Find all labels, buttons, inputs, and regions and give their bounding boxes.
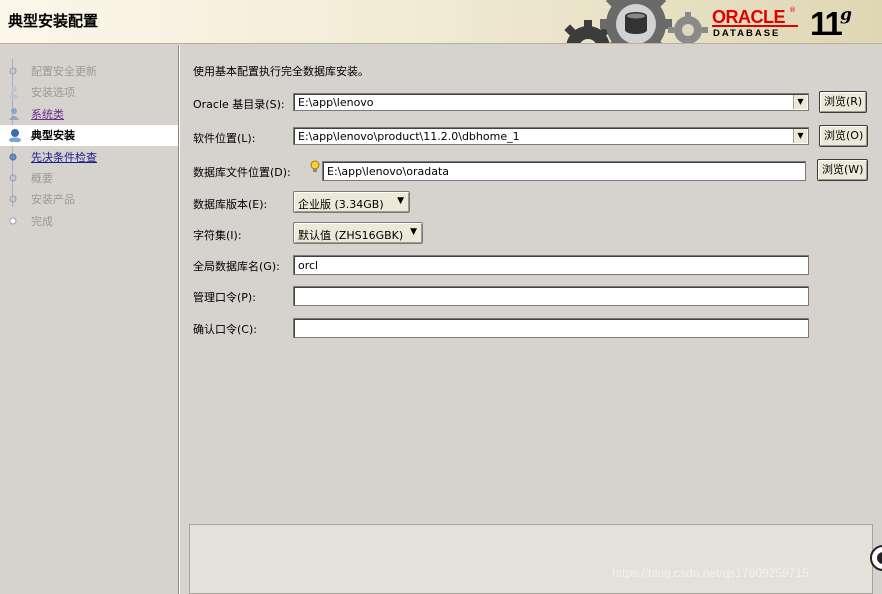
software-location-row: 软件位置(L): E:\app\lenovo\product\11.2.0\db… xyxy=(180,125,882,149)
software-location-combo[interactable]: E:\app\lenovo\product\11.2.0\dbhome_1 ▼ xyxy=(293,127,809,145)
db-file-location-row: 数据库文件位置(D): E:\app\lenovo\oradata 浏览(W) xyxy=(180,159,882,183)
browse-software-location-button[interactable]: 浏览(O) xyxy=(819,125,869,147)
database-wordmark: DATABASE xyxy=(713,28,781,39)
oracle-base-label: Oracle 基目录(S): xyxy=(193,98,285,111)
chevron-down-icon: ▼ xyxy=(397,196,404,206)
message-area xyxy=(189,524,873,594)
step-label: 安装产品 xyxy=(31,193,75,206)
chevron-down-icon[interactable]: ▼ xyxy=(793,129,807,143)
step-label: 系统类 xyxy=(31,108,64,121)
charset-select[interactable]: 默认值 (ZHS16GBK) ▼ xyxy=(293,222,423,244)
chevron-down-icon[interactable]: ▼ xyxy=(793,95,807,109)
window-header: 典型安装配置 ORACLE ® DATABASE 11 g xyxy=(0,0,882,44)
watermark: https://blog.csdn.net/qs17809259715 xyxy=(612,566,809,580)
global-db-name-label: 全局数据库名(G): xyxy=(193,260,280,273)
step-label: 概要 xyxy=(31,172,53,185)
oracle-base-row: Oracle 基目录(S): E:\app\lenovo ▼ 浏览(R) xyxy=(180,91,882,115)
intro-text: 使用基本配置执行完全数据库安装。 xyxy=(193,65,369,78)
chevron-down-icon: ▼ xyxy=(410,227,417,237)
steps-sidebar: 配置安全更新 安装选项 系统类 典型安装 先决条件检查 概要 安装产品 完成 xyxy=(0,45,178,594)
step-current-icon xyxy=(9,129,21,142)
step-dot-icon xyxy=(9,67,17,75)
step-system-class[interactable]: 系统类 xyxy=(0,104,178,125)
page-title: 典型安装配置 xyxy=(8,12,99,30)
step-label: 完成 xyxy=(31,215,53,228)
step-label: 先决条件检查 xyxy=(31,151,97,164)
oracle-base-value: E:\app\lenovo xyxy=(298,96,374,109)
browse-oracle-base-button[interactable]: 浏览(R) xyxy=(819,91,868,113)
confirm-password-label: 确认口令(C): xyxy=(193,323,257,336)
step-install-product: 安装产品 xyxy=(0,189,178,210)
step-label: 安装选项 xyxy=(31,86,75,99)
step-summary: 概要 xyxy=(0,168,178,189)
software-location-value: E:\app\lenovo\product\11.2.0\dbhome_1 xyxy=(298,130,520,143)
step-finish: 完成 xyxy=(0,211,178,232)
lightbulb-icon xyxy=(310,160,320,172)
oracle-underline xyxy=(712,25,798,27)
version-number: 11 xyxy=(810,5,843,42)
step-label: 典型安装 xyxy=(31,129,75,142)
step-person-icon xyxy=(9,86,19,98)
step-install-options: 安装选项 xyxy=(0,82,178,103)
charset-label: 字符集(I): xyxy=(193,229,242,242)
admin-password-input[interactable] xyxy=(293,286,809,306)
gears-graphic xyxy=(564,0,708,43)
step-typical-install[interactable]: 典型安装 xyxy=(0,125,178,146)
db-edition-row: 数据库版本(E): 企业版 (3.34GB) ▼ xyxy=(180,191,882,215)
step-person-icon xyxy=(9,108,19,120)
db-file-location-label: 数据库文件位置(D): xyxy=(193,166,291,179)
trademark: ® xyxy=(789,6,796,14)
confirm-password-input[interactable] xyxy=(293,318,809,338)
step-label: 配置安全更新 xyxy=(31,65,97,78)
oracle-base-combo[interactable]: E:\app\lenovo ▼ xyxy=(293,93,809,111)
oracle-wordmark: ORACLE xyxy=(712,7,786,27)
browse-db-file-location-button[interactable]: 浏览(W) xyxy=(817,159,869,181)
db-edition-value: 企业版 (3.34GB) xyxy=(298,198,384,211)
db-edition-select[interactable]: 企业版 (3.34GB) ▼ xyxy=(293,191,410,213)
step-prerequisite-checks[interactable]: 先决条件检查 xyxy=(0,147,178,168)
charset-row: 字符集(I): 默认值 (ZHS16GBK) ▼ xyxy=(180,222,882,246)
db-file-location-value: E:\app\lenovo\oradata xyxy=(327,165,450,178)
software-location-label: 软件位置(L): xyxy=(193,132,256,145)
step-dot-icon xyxy=(9,195,17,203)
step-configure-security-updates: 配置安全更新 xyxy=(0,61,178,82)
step-dot-icon xyxy=(9,153,17,161)
main-panel: 使用基本配置执行完全数据库安装。 Oracle 基目录(S): E:\app\l… xyxy=(180,45,882,594)
db-file-location-input[interactable]: E:\app\lenovo\oradata xyxy=(322,161,806,181)
db-edition-label: 数据库版本(E): xyxy=(193,198,268,211)
version-suffix: g xyxy=(840,5,852,25)
step-ring-icon xyxy=(9,217,17,225)
global-db-name-value: orcl xyxy=(298,259,319,272)
step-dot-icon xyxy=(9,174,17,182)
admin-password-row: 管理口令(P): xyxy=(180,284,882,308)
global-db-name-input[interactable]: orcl xyxy=(293,255,809,275)
admin-password-label: 管理口令(P): xyxy=(193,291,256,304)
charset-value: 默认值 (ZHS16GBK) xyxy=(298,229,404,242)
confirm-password-row: 确认口令(C): xyxy=(180,316,882,340)
global-db-name-row: 全局数据库名(G): orcl xyxy=(180,253,882,277)
